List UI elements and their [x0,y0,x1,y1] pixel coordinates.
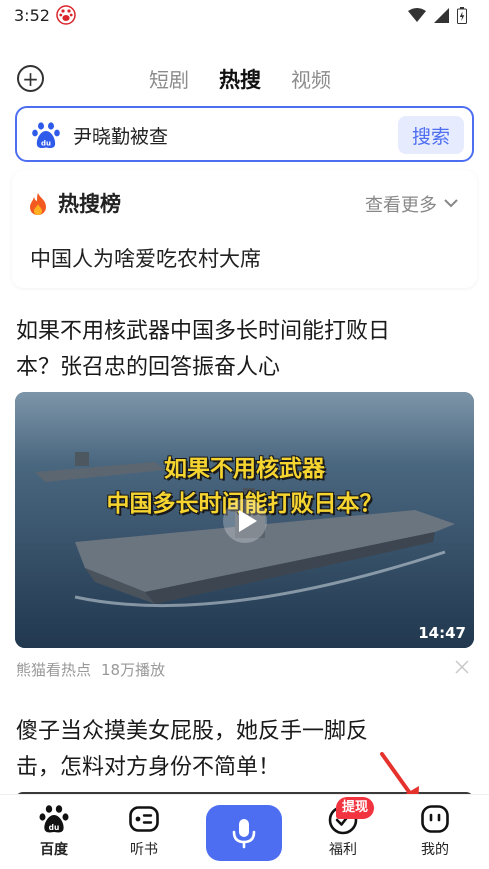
bottom-navigation: du 百度 听书 福利 我的 [0,794,489,869]
tab-hot-search[interactable]: 热搜 [219,64,261,94]
chevron-down-icon[interactable] [443,195,459,211]
video-caption-line: 如果不用核武器 [164,455,325,482]
nav-label: 福利 [329,842,357,858]
article-meta: 熊猫看热点 18万播放 [16,659,165,680]
battery-icon [457,7,467,24]
nav-baidu[interactable]: du 百度 [14,803,94,859]
video-thumbnail[interactable]: 如果不用核武器 中国多长时间能打败日本？ 14:47 [15,392,474,648]
svg-text:du: du [49,823,60,832]
nav-label: 听书 [130,842,158,858]
plus-icon: + [22,66,39,91]
microphone-icon [232,819,256,849]
nav-profile[interactable]: 我的 [395,803,475,859]
profile-icon [421,805,449,833]
nav-audiobook[interactable]: 听书 [104,803,184,859]
article-title[interactable]: 如果不用核武器中国多长时间能打败日 本？张召忠的回答振奋人心 [16,314,476,386]
voice-search-button[interactable] [206,805,282,861]
article-views: 18万播放 [101,661,166,679]
svg-text:du: du [41,140,51,148]
top-tabs: + 短剧 热搜 视频 [0,56,489,100]
article-title-line: 本？张召忠的回答振奋人心 [16,355,281,380]
nav-label: 我的 [421,842,449,858]
add-button[interactable]: + [17,65,44,92]
baidu-paw-icon: du [32,122,60,148]
view-more-link[interactable]: 查看更多 [365,191,437,217]
article-title-line: 傻子当众摸美女屁股，她反手一脚反 [16,719,369,744]
video-duration: 14:47 [418,624,466,642]
hot-search-card: 热搜榜 查看更多 中国人为啥爱吃农村大席 [12,170,477,288]
baidu-notification-icon [56,5,76,25]
status-indicators [408,7,467,24]
status-bar: 3:52 [0,0,489,34]
hot-list-item[interactable]: 中国人为啥爱吃农村大席 [30,243,261,273]
welfare-badge[interactable]: 提现 [336,797,375,819]
close-icon[interactable] [455,660,469,674]
tab-short-drama[interactable]: 短剧 [149,64,189,93]
tab-video[interactable]: 视频 [291,64,331,93]
audiobook-icon [129,806,159,832]
article-title-line: 如果不用核武器中国多长时间能打败日 [16,319,391,344]
wifi-icon [408,8,426,22]
hot-list-title: 热搜榜 [58,192,121,216]
search-bar[interactable]: du 尹晓勤被查 搜索 [15,106,474,162]
news-feed: 如果不用核武器中国多长时间能打败日 本？张召忠的回答振奋人心 如果不用核武器 中… [0,296,489,802]
play-icon[interactable] [222,498,268,544]
search-button[interactable]: 搜索 [398,116,464,154]
baidu-paw-icon: du [39,805,69,833]
search-input[interactable]: 尹晓勤被查 [73,122,168,149]
flame-icon [30,193,46,215]
nav-label: 百度 [40,842,68,858]
signal-icon [434,8,449,23]
status-time: 3:52 [14,6,50,25]
article-source[interactable]: 熊猫看热点 [16,661,91,679]
